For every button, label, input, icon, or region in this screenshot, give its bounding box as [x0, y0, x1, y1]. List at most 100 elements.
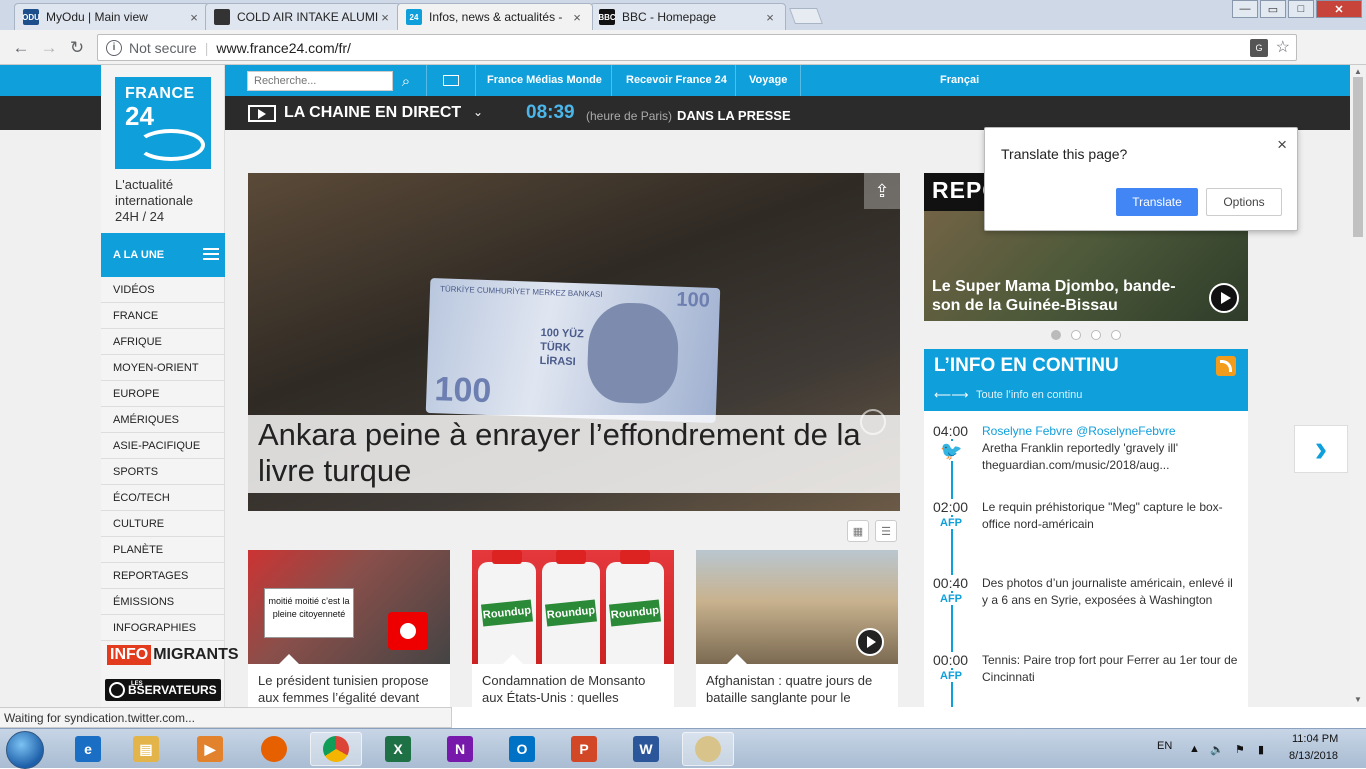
carousel-dot[interactable]: [1071, 330, 1081, 340]
carousel-dot[interactable]: [1111, 330, 1121, 340]
scroll-down-icon[interactable]: ▼: [1354, 695, 1362, 704]
page-scrollbar[interactable]: ▲ ▼: [1350, 65, 1366, 707]
play-icon[interactable]: [856, 628, 884, 656]
tab-bbc[interactable]: BBC BBC - Homepage ×: [590, 3, 786, 30]
sidebar-item[interactable]: ÉCO/TECH: [101, 485, 225, 511]
translate-icon[interactable]: G: [1250, 39, 1268, 57]
scrollbar-thumb[interactable]: [1353, 77, 1363, 237]
taskbar-app[interactable]: O: [496, 732, 548, 766]
bookmark-star-icon[interactable]: ☆: [1276, 37, 1290, 57]
taskbar-app[interactable]: ▶: [184, 732, 236, 766]
entry-text[interactable]: Des photos d’un journaliste américain, e…: [982, 575, 1240, 609]
grid-view-icon[interactable]: ▦: [847, 520, 869, 542]
info-icon[interactable]: i: [106, 39, 122, 56]
list-view-icon[interactable]: ☰: [875, 520, 897, 542]
scroll-up-icon[interactable]: ▲: [1354, 67, 1362, 76]
france24-logo[interactable]: FRANCE 24: [115, 77, 211, 169]
entry-author[interactable]: Roselyne Febvre @RoselyneFebvre: [982, 423, 1240, 440]
restore-icon[interactable]: ▭: [1260, 0, 1286, 18]
entry-text[interactable]: Le requin préhistorique "Meg" capture le…: [982, 499, 1240, 533]
reporters-caption[interactable]: Le Super Mama Djombo, bande-son de la Gu…: [932, 277, 1202, 315]
infomigrants-logo[interactable]: INFO MIGRANTS: [107, 645, 241, 665]
expand-arrows-icon[interactable]: ⟵⟶: [934, 388, 968, 402]
article-title[interactable]: Afghanistan : quatre jours de bataille s…: [706, 672, 892, 707]
reload-icon[interactable]: ↻: [66, 37, 88, 59]
play-icon[interactable]: [1209, 283, 1239, 313]
tab-close-icon[interactable]: ×: [763, 10, 777, 25]
show-hidden-icons[interactable]: ▲: [1189, 743, 1200, 755]
new-tab-button[interactable]: [789, 8, 823, 24]
address-bar[interactable]: i Not secure | www.france24.com/fr/ G ☆: [97, 34, 1297, 61]
sidebar-item[interactable]: AMÉRIQUES: [101, 407, 225, 433]
start-button[interactable]: [6, 731, 44, 769]
sidebar-item[interactable]: EUROPE: [101, 381, 225, 407]
sidebar-item[interactable]: INFOGRAPHIES: [101, 615, 225, 641]
forward-arrow-icon[interactable]: →: [38, 37, 60, 59]
article-card[interactable]: moitié moitié c’est la pleine citoyennet…: [248, 550, 450, 707]
sidebar-item[interactable]: REPORTAGES: [101, 563, 225, 589]
sidebar-item[interactable]: SPORTS: [101, 459, 225, 485]
live-news-subtitle[interactable]: Toute l’info en continu: [976, 389, 1082, 401]
article-title[interactable]: Condamnation de Monsanto aux États-Unis …: [482, 672, 668, 707]
chevron-down-icon[interactable]: ⌄: [473, 105, 483, 119]
sidebar-item[interactable]: FRANCE: [101, 303, 225, 329]
tv-play-icon[interactable]: [248, 105, 276, 122]
nav-link-france-medias-monde[interactable]: France Médias Monde: [487, 74, 602, 86]
sidebar-item[interactable]: ASIE-PACIFIQUE: [101, 433, 225, 459]
search-input[interactable]: [247, 71, 393, 91]
live-news-title[interactable]: L’INFO EN CONTINU: [934, 355, 1119, 377]
sidebar-item-a-la-une[interactable]: A LA UNE: [101, 233, 225, 277]
taskbar-app[interactable]: ▤: [120, 732, 172, 766]
taskbar-app[interactable]: [682, 732, 734, 766]
press-review-link[interactable]: DANS LA PRESSE: [677, 108, 791, 123]
network-icon[interactable]: ▮: [1258, 743, 1264, 756]
options-button[interactable]: Options: [1206, 188, 1282, 216]
clock-date[interactable]: 8/13/2018: [1289, 750, 1338, 762]
taskbar-app[interactable]: [310, 732, 362, 766]
clock-time[interactable]: 11:04 PM: [1292, 733, 1338, 745]
live-channel-link[interactable]: LA CHAINE EN DIRECT: [284, 104, 461, 122]
sidebar-item[interactable]: PLANÈTE: [101, 537, 225, 563]
taskbar-app[interactable]: P: [558, 732, 610, 766]
tab-myodu[interactable]: ODU MyOdu | Main view ×: [14, 3, 210, 30]
taskbar-app[interactable]: [248, 732, 300, 766]
hamburger-icon[interactable]: [203, 248, 219, 260]
article-card[interactable]: Roundup Roundup Roundup Condamnation de …: [472, 550, 674, 707]
maximize-icon[interactable]: □: [1288, 0, 1314, 18]
carousel-dot[interactable]: [1051, 330, 1061, 340]
tab-france24[interactable]: 24 Infos, news & actualités - ×: [397, 3, 593, 30]
article-card[interactable]: Afghanistan : quatre jours de bataille s…: [696, 550, 898, 707]
observateurs-logo[interactable]: LES BSERVATEURS: [105, 679, 221, 701]
translate-button[interactable]: Translate: [1116, 188, 1198, 216]
sidebar-item[interactable]: CULTURE: [101, 511, 225, 537]
taskbar-app[interactable]: W: [620, 732, 672, 766]
tab-cold-air-intake[interactable]: COLD AIR INTAKE ALUMI ×: [205, 3, 401, 30]
entry-text[interactable]: Roselyne Febvre @RoselyneFebvre Aretha F…: [982, 423, 1240, 474]
volume-icon[interactable]: 🔈: [1210, 743, 1224, 756]
share-icon[interactable]: ⇪: [864, 173, 900, 209]
tab-close-icon[interactable]: ×: [378, 10, 392, 25]
taskbar-app[interactable]: X: [372, 732, 424, 766]
tab-close-icon[interactable]: ×: [187, 10, 201, 25]
sidebar-item[interactable]: MOYEN-ORIENT: [101, 355, 225, 381]
taskbar-app[interactable]: N: [434, 732, 486, 766]
minimize-icon[interactable]: —: [1232, 0, 1258, 18]
carousel-dot[interactable]: [1091, 330, 1101, 340]
article-title[interactable]: Le président tunisien propose aux femmes…: [258, 672, 444, 706]
nav-link-recevoir-france24[interactable]: Recevoir France 24: [626, 74, 727, 86]
close-icon[interactable]: ×: [1277, 135, 1287, 155]
sidebar-item[interactable]: AFRIQUE: [101, 329, 225, 355]
action-center-icon[interactable]: ⚑: [1235, 743, 1245, 756]
nav-link-voyage[interactable]: Voyage: [749, 74, 787, 86]
mail-icon[interactable]: [443, 75, 459, 86]
sidebar-item[interactable]: VIDÉOS: [101, 277, 225, 303]
url-text[interactable]: www.france24.com/fr/: [216, 40, 351, 56]
entry-text[interactable]: Tennis: Paire trop fort pour Ferrer au 1…: [982, 652, 1240, 686]
back-arrow-icon[interactable]: ←: [10, 37, 32, 59]
taskbar-app[interactable]: e: [62, 732, 114, 766]
next-arrow-icon[interactable]: ›: [1294, 425, 1348, 473]
nav-link-francais[interactable]: Françai: [940, 74, 979, 86]
search-icon[interactable]: ⌕: [394, 70, 418, 92]
tab-close-icon[interactable]: ×: [570, 10, 584, 25]
rss-icon[interactable]: [1216, 356, 1236, 376]
